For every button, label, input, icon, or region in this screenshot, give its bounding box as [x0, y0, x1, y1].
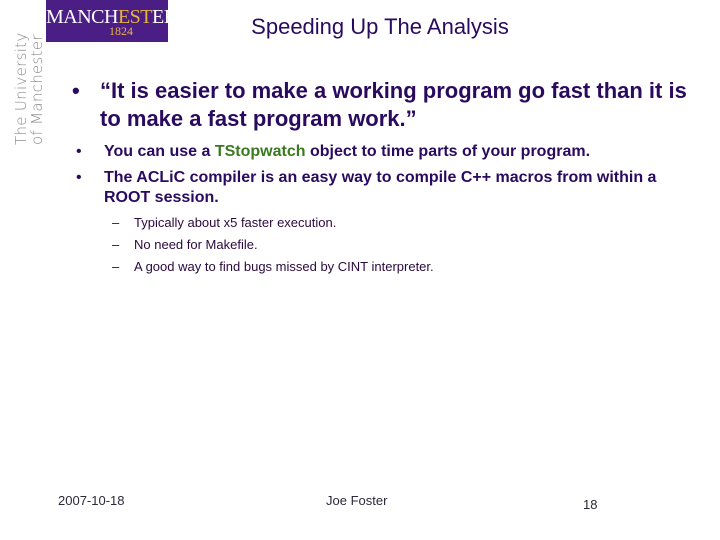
university-logo: MANCHESTER 1824	[46, 0, 177, 42]
tstopwatch-highlight: TStopwatch	[214, 143, 306, 160]
bullet-text: “It is easier to make a working program …	[100, 78, 687, 131]
university-vertical-text: The University of Manchester	[12, 32, 46, 145]
logo-year: 1824	[109, 24, 133, 38]
sub-bullet-marker: –	[112, 215, 120, 230]
logo-wordmark: MANCHESTER	[46, 7, 177, 27]
sub-bullet-text: Typically about x5 faster execution.	[134, 215, 337, 230]
bullet-marker: •	[76, 143, 82, 160]
page-number: 18	[583, 497, 598, 512]
vertical-text-line2: of Manchester	[28, 34, 46, 145]
bullet-text: You can use a TStopwatch object to time …	[104, 142, 694, 162]
bullet-marker: •	[76, 169, 82, 186]
sub-bullet-text: A good way to find bugs missed by CINT i…	[134, 259, 434, 274]
sub-bullet-marker: –	[112, 237, 120, 252]
bullet-text: The ACLiC compiler is an easy way to com…	[104, 169, 657, 206]
footer-date: 2007-10-18	[58, 493, 125, 508]
bullet-marker: •	[72, 78, 80, 103]
bullet-text-after: object to time parts of your program.	[305, 143, 591, 160]
sub-bullet-marker: –	[112, 259, 120, 274]
bullet-text-before: You can use a	[104, 143, 215, 160]
sub-bullet-text: No need for Makefile.	[134, 237, 258, 252]
footer-author: Joe Foster	[326, 493, 388, 508]
slide-title: Speeding Up The Analysis	[251, 14, 509, 39]
